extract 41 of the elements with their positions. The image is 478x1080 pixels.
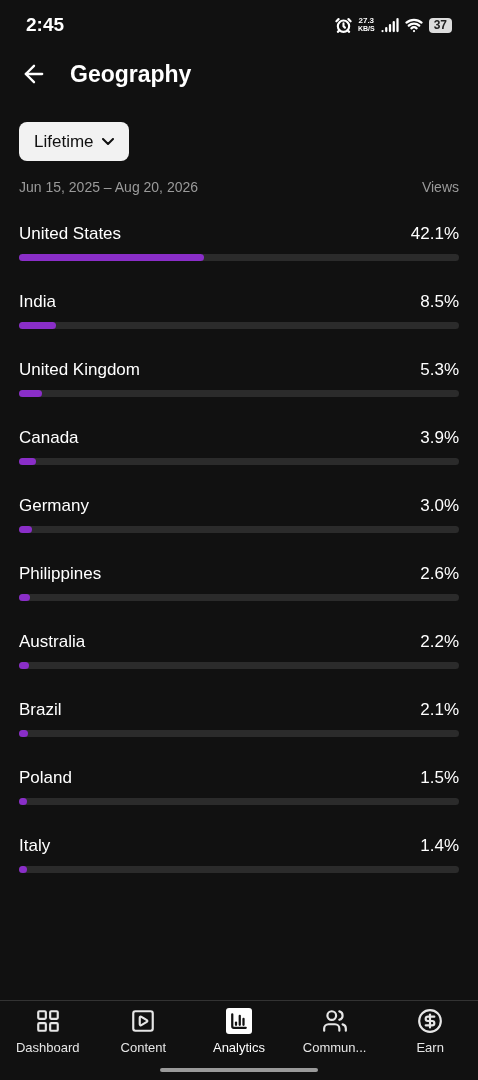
country-percentage: 1.5% <box>420 768 459 788</box>
period-dropdown[interactable]: Lifetime <box>19 122 129 161</box>
page-title: Geography <box>70 59 192 89</box>
alarm-icon <box>334 16 352 34</box>
play-icon <box>130 1008 157 1034</box>
country-name: United States <box>19 224 122 244</box>
metric-label: Views <box>421 178 459 197</box>
country-name: Poland <box>19 768 72 788</box>
country-percentage: 3.0% <box>420 496 459 516</box>
dollar-icon <box>417 1008 444 1034</box>
country-percentage: 2.1% <box>420 700 459 720</box>
wifi-icon <box>404 16 423 34</box>
nav-tab[interactable]: Analytics <box>194 1008 284 1058</box>
country-name: United Kingdom <box>19 360 140 380</box>
battery-level: 37 <box>428 17 452 33</box>
nav-tab[interactable]: Earn <box>385 1008 476 1058</box>
date-range: Jun 15, 2025 – Aug 20, 2026 <box>19 178 199 197</box>
network-speed: 27.3 <box>358 17 375 25</box>
country-name: Canada <box>19 428 79 448</box>
nav-tab[interactable]: Commun... <box>289 1008 380 1058</box>
country-percentage: 42.1% <box>410 224 459 244</box>
country-percentage: 5.3% <box>420 360 459 380</box>
nav-tab[interactable]: Content <box>98 1008 189 1058</box>
country-percentage: 1.4% <box>420 836 459 856</box>
country-name: India <box>19 292 56 312</box>
country-name: Italy <box>19 836 51 856</box>
country-name: Australia <box>19 632 86 652</box>
country-name: Germany <box>19 496 89 516</box>
status-time: 2:45 <box>26 12 65 37</box>
country-percentage: 2.6% <box>420 564 459 584</box>
people-icon <box>321 1008 348 1034</box>
country-name: Brazil <box>19 700 62 720</box>
bar-chart-icon <box>226 1008 252 1034</box>
grid-icon <box>34 1008 61 1034</box>
country-name: Philippines <box>19 564 102 584</box>
signal-icon <box>380 16 399 34</box>
country-percentage: 2.2% <box>420 632 459 652</box>
chevron-down-icon <box>101 138 114 145</box>
nav-tab[interactable]: Dashboard <box>2 1008 93 1058</box>
country-percentage: 3.9% <box>420 428 459 448</box>
country-percentage: 8.5% <box>420 292 459 312</box>
